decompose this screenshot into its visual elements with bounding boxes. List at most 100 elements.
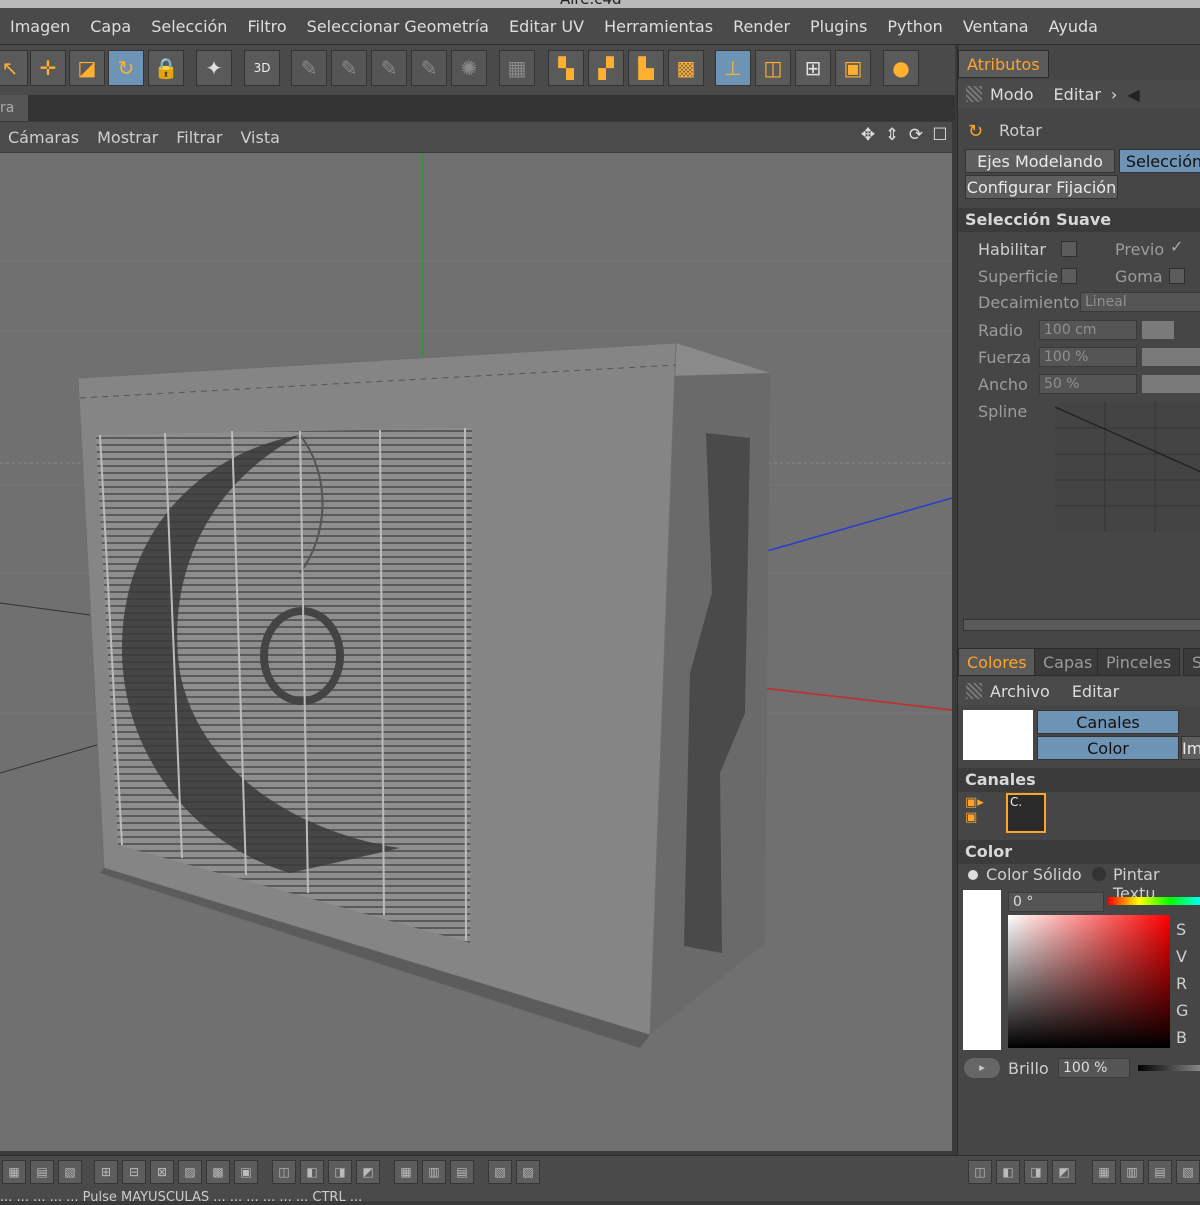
axis-mode-icon[interactable]: ⊥ bbox=[715, 50, 751, 86]
radio-field[interactable]: 100 cm bbox=[1039, 320, 1137, 340]
status-icon-2[interactable]: ▤ bbox=[30, 1160, 54, 1184]
checker-2-icon[interactable]: ▞ bbox=[588, 50, 624, 86]
hue-field[interactable]: 0 ° bbox=[1008, 892, 1104, 912]
seleccion-button[interactable]: Selección bbox=[1119, 149, 1200, 173]
menu-plugins[interactable]: Plugins bbox=[800, 17, 877, 36]
move-view-icon[interactable]: ✥ bbox=[858, 125, 878, 147]
brush-dim-5-icon[interactable]: ✺ bbox=[451, 50, 487, 86]
color-button[interactable]: Color bbox=[1037, 736, 1179, 760]
status-icon-14[interactable]: ▦ bbox=[394, 1160, 418, 1184]
menu-seleccionar-geometria[interactable]: Seleccionar Geometría bbox=[297, 17, 499, 36]
brush-dim-1-icon[interactable]: ✎ bbox=[291, 50, 327, 86]
status-icon-10[interactable]: ◫ bbox=[272, 1160, 296, 1184]
tab-capas[interactable]: Capas bbox=[1034, 648, 1102, 676]
status-icon-11[interactable]: ◧ bbox=[300, 1160, 324, 1184]
paint-3d-icon[interactable]: 3D bbox=[244, 50, 280, 86]
fuerza-field[interactable]: 100 % bbox=[1039, 347, 1137, 367]
status-icon-15[interactable]: ▥ bbox=[422, 1160, 446, 1184]
superficie-checkbox[interactable] bbox=[1061, 268, 1077, 284]
canales-button[interactable]: Canales bbox=[1037, 710, 1179, 734]
zoom-view-icon[interactable]: ⇕ bbox=[882, 125, 902, 147]
status-icon-7[interactable]: ▨ bbox=[178, 1160, 202, 1184]
brush-dim-2-icon[interactable]: ✎ bbox=[331, 50, 367, 86]
status-icon-24[interactable]: ▥ bbox=[1120, 1160, 1144, 1184]
maximize-view-icon[interactable]: ☐ bbox=[930, 125, 950, 147]
status-icon-6[interactable]: ⊠ bbox=[150, 1160, 174, 1184]
habilitar-checkbox[interactable] bbox=[1061, 241, 1077, 257]
viewport-menu-camaras[interactable]: Cámaras bbox=[0, 128, 89, 147]
menu-filtro[interactable]: Filtro bbox=[237, 17, 296, 36]
rotate-icon[interactable]: ↻ bbox=[108, 50, 144, 86]
saturation-value-picker[interactable] bbox=[1008, 915, 1170, 1048]
tab-atributos[interactable]: Atributos bbox=[958, 50, 1049, 78]
scale-icon[interactable]: ◪ bbox=[69, 50, 105, 86]
rotate-view-icon[interactable]: ⟳ bbox=[906, 125, 926, 147]
status-icon-23[interactable]: ▦ bbox=[1092, 1160, 1116, 1184]
status-icon-8[interactable]: ▩ bbox=[206, 1160, 230, 1184]
fuerza-slider[interactable] bbox=[1142, 348, 1200, 366]
menu-herramientas[interactable]: Herramientas bbox=[594, 17, 723, 36]
ancho-field[interactable]: 50 % bbox=[1039, 374, 1137, 394]
menu-ventana[interactable]: Ventana bbox=[953, 17, 1039, 36]
brillo-field[interactable]: 100 % bbox=[1058, 1058, 1130, 1078]
status-icon-19[interactable]: ◫ bbox=[968, 1160, 992, 1184]
status-icon-16[interactable]: ▤ bbox=[450, 1160, 474, 1184]
3d-viewport[interactable] bbox=[0, 153, 952, 1151]
layout-2-icon[interactable]: ⊞ bbox=[795, 50, 831, 86]
checker-3-icon[interactable]: ▙ bbox=[628, 50, 664, 86]
tab-colores[interactable]: Colores bbox=[958, 648, 1036, 676]
colors-menu-editar[interactable]: Editar bbox=[1072, 682, 1119, 701]
status-icon-1[interactable]: ▦ bbox=[2, 1160, 26, 1184]
texture-grid-icon[interactable]: ▦ bbox=[499, 50, 535, 86]
solid-color-radio[interactable] bbox=[968, 870, 978, 880]
checker-4-icon[interactable]: ▩ bbox=[668, 50, 704, 86]
status-icon-3[interactable]: ▧ bbox=[58, 1160, 82, 1184]
tab-pinceles[interactable]: Pinceles bbox=[1097, 648, 1181, 676]
status-icon-25[interactable]: ▤ bbox=[1148, 1160, 1172, 1184]
status-icon-5[interactable]: ⊟ bbox=[122, 1160, 146, 1184]
paint-texture-radio[interactable] bbox=[1092, 867, 1106, 881]
brush-dim-3-icon[interactable]: ✎ bbox=[371, 50, 407, 86]
previo-checkmark-icon[interactable]: ✓ bbox=[1170, 237, 1183, 256]
status-icon-9[interactable]: ▣ bbox=[234, 1160, 258, 1184]
configurar-fijacion-button[interactable]: Configurar Fijación bbox=[965, 175, 1118, 199]
image-button[interactable]: Im bbox=[1181, 736, 1200, 760]
status-icon-20[interactable]: ◧ bbox=[996, 1160, 1020, 1184]
channel-thumb[interactable]: C. bbox=[1006, 793, 1046, 833]
radio-slider[interactable] bbox=[1142, 321, 1174, 339]
chevron-right-icon[interactable]: › bbox=[1111, 85, 1117, 104]
status-icon-26[interactable]: ▧ bbox=[1176, 1160, 1200, 1184]
menu-editar-uv[interactable]: Editar UV bbox=[499, 17, 594, 36]
viewport-menu-mostrar[interactable]: Mostrar bbox=[89, 128, 168, 147]
back-arrow-icon[interactable]: ◀ bbox=[1127, 85, 1139, 104]
attributes-menu-editar[interactable]: Editar bbox=[1054, 85, 1101, 104]
select-cursor-icon[interactable]: ↖ bbox=[0, 50, 28, 86]
brush-dim-4-icon[interactable]: ✎ bbox=[411, 50, 447, 86]
viewport-tab[interactable]: ra bbox=[0, 95, 28, 121]
status-icon-17[interactable]: ▧ bbox=[488, 1160, 512, 1184]
attributes-menu-modo[interactable]: Modo bbox=[990, 85, 1034, 104]
status-icon-21[interactable]: ◨ bbox=[1024, 1160, 1048, 1184]
ancho-slider[interactable] bbox=[1142, 375, 1200, 393]
lock-icon[interactable]: 🔒 bbox=[148, 50, 184, 86]
layout-1-icon[interactable]: ◫ bbox=[755, 50, 791, 86]
paint-stroke-icon[interactable]: ✦ bbox=[196, 50, 232, 86]
status-icon-18[interactable]: ▨ bbox=[516, 1160, 540, 1184]
viewport-menu-filtrar[interactable]: Filtrar bbox=[168, 128, 232, 147]
ejes-modelando-button[interactable]: Ejes Modelando bbox=[965, 149, 1115, 173]
hue-slider[interactable] bbox=[1108, 897, 1200, 905]
menu-capa[interactable]: Capa bbox=[80, 17, 141, 36]
decaimiento-dropdown[interactable]: Lineal bbox=[1080, 292, 1200, 312]
channel-stack-icon[interactable]: ▣▸ ▣ bbox=[965, 795, 1000, 833]
status-icon-22[interactable]: ◩ bbox=[1052, 1160, 1076, 1184]
brillo-toggle-icon[interactable]: ▸ bbox=[964, 1058, 1000, 1078]
render-ball-icon[interactable]: ● bbox=[883, 50, 919, 86]
goma-checkbox[interactable] bbox=[1169, 268, 1185, 284]
checker-1-icon[interactable]: ▚ bbox=[548, 50, 584, 86]
layout-3-icon[interactable]: ▣ bbox=[835, 50, 871, 86]
attributes-scrollbar[interactable] bbox=[963, 619, 1200, 631]
status-icon-12[interactable]: ◨ bbox=[328, 1160, 352, 1184]
menu-seleccion[interactable]: Selección bbox=[141, 17, 237, 36]
move-icon[interactable]: ✛ bbox=[30, 50, 66, 86]
status-icon-13[interactable]: ◩ bbox=[356, 1160, 380, 1184]
